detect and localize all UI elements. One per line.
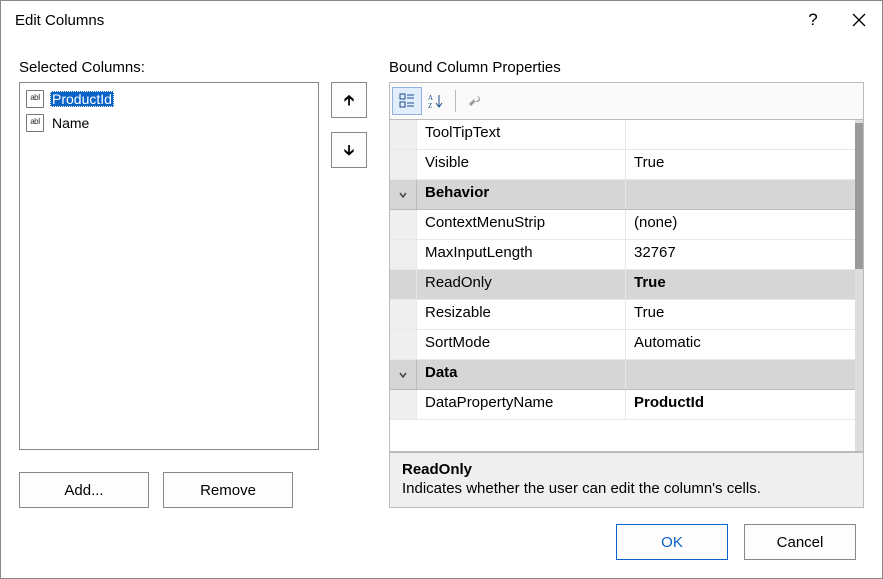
property-row[interactable]: ReadOnlyTrue — [390, 270, 855, 300]
property-value[interactable]: ProductId — [626, 390, 855, 419]
titlebar: Edit Columns ? — [1, 1, 882, 39]
close-icon — [852, 13, 866, 27]
categorized-view-button[interactable] — [392, 87, 422, 115]
property-pages-button[interactable] — [461, 88, 489, 114]
property-value[interactable]: (none) — [626, 210, 855, 239]
property-value[interactable]: True — [626, 300, 855, 329]
property-row[interactable]: DataPropertyNameProductId — [390, 390, 855, 420]
property-value[interactable]: True — [626, 150, 855, 179]
property-row[interactable]: ToolTipText — [390, 120, 855, 150]
property-gutter — [390, 330, 417, 359]
textbox-column-icon — [26, 90, 44, 108]
cancel-button[interactable]: Cancel — [744, 524, 856, 560]
ok-button[interactable]: OK — [616, 524, 728, 560]
property-grid-scrollbar[interactable] — [855, 120, 863, 451]
dialog-body: Selected Columns: ProductId Name 🡱 🡳 Add.… — [1, 39, 882, 508]
alphabetical-view-button[interactable]: A Z — [422, 88, 450, 114]
property-gutter — [390, 300, 417, 329]
property-name: MaxInputLength — [417, 240, 626, 269]
arrow-down-icon: 🡳 — [344, 143, 355, 158]
property-description-text: Indicates whether the user can edit the … — [402, 480, 851, 497]
properties-label: Bound Column Properties — [389, 59, 864, 76]
dialog-footer: OK Cancel — [1, 508, 882, 578]
list-item[interactable]: Name — [23, 111, 315, 135]
property-category-header[interactable]: Behavior — [390, 180, 855, 210]
toolbar-separator — [455, 90, 456, 112]
property-description-title: ReadOnly — [402, 461, 851, 478]
help-button[interactable]: ? — [790, 1, 836, 39]
add-button[interactable]: Add... — [19, 472, 149, 508]
selected-columns-panel: Selected Columns: ProductId Name 🡱 🡳 Add.… — [19, 53, 367, 508]
property-value[interactable] — [626, 120, 855, 149]
property-row[interactable]: VisibleTrue — [390, 150, 855, 180]
collapse-icon[interactable] — [390, 180, 417, 209]
collapse-icon[interactable] — [390, 360, 417, 389]
property-name: SortMode — [417, 330, 626, 359]
property-name: DataPropertyName — [417, 390, 626, 419]
property-gutter — [390, 210, 417, 239]
property-row[interactable]: SortModeAutomatic — [390, 330, 855, 360]
arrow-up-icon: 🡱 — [344, 93, 355, 108]
categorized-icon — [399, 93, 415, 109]
window-title: Edit Columns — [15, 12, 790, 29]
properties-panel: Bound Column Properties A Z — [389, 53, 864, 508]
property-row[interactable]: MaxInputLength32767 — [390, 240, 855, 270]
reorder-buttons: 🡱 🡳 — [331, 82, 367, 456]
close-button[interactable] — [836, 1, 882, 39]
property-category-filler — [626, 180, 855, 209]
property-toolbar: A Z — [389, 82, 864, 120]
property-name: ToolTipText — [417, 120, 626, 149]
list-item[interactable]: ProductId — [23, 87, 315, 111]
alphabetical-icon: A Z — [428, 93, 444, 109]
property-category-filler — [626, 360, 855, 389]
remove-button[interactable]: Remove — [163, 472, 293, 508]
property-category-name: Behavior — [417, 180, 626, 209]
property-grid[interactable]: ToolTipTextVisibleTrueBehaviorContextMen… — [390, 120, 855, 451]
property-name: Resizable — [417, 300, 626, 329]
property-gutter — [390, 150, 417, 179]
textbox-column-icon — [26, 114, 44, 132]
selected-columns-label: Selected Columns: — [19, 59, 367, 76]
wrench-icon — [467, 93, 483, 109]
move-up-button[interactable]: 🡱 — [331, 82, 367, 118]
property-category-header[interactable]: Data — [390, 360, 855, 390]
property-value[interactable]: True — [626, 270, 855, 299]
selected-columns-list[interactable]: ProductId Name — [19, 82, 319, 450]
svg-text:Z: Z — [428, 102, 432, 109]
property-value[interactable]: Automatic — [626, 330, 855, 359]
property-gutter — [390, 240, 417, 269]
help-icon: ? — [808, 10, 817, 30]
edit-columns-dialog: Edit Columns ? Selected Columns: Product… — [0, 0, 883, 579]
move-down-button[interactable]: 🡳 — [331, 132, 367, 168]
list-item-label: Name — [50, 115, 91, 131]
property-name: ReadOnly — [417, 270, 626, 299]
property-gutter — [390, 120, 417, 149]
svg-text:A: A — [428, 94, 433, 102]
property-name: Visible — [417, 150, 626, 179]
property-name: ContextMenuStrip — [417, 210, 626, 239]
list-item-label: ProductId — [50, 91, 114, 107]
property-gutter — [390, 270, 417, 299]
property-value[interactable]: 32767 — [626, 240, 855, 269]
property-row[interactable]: ResizableTrue — [390, 300, 855, 330]
property-category-name: Data — [417, 360, 626, 389]
property-gutter — [390, 390, 417, 419]
property-row[interactable]: ContextMenuStrip(none) — [390, 210, 855, 240]
property-description: ReadOnly Indicates whether the user can … — [389, 452, 864, 508]
